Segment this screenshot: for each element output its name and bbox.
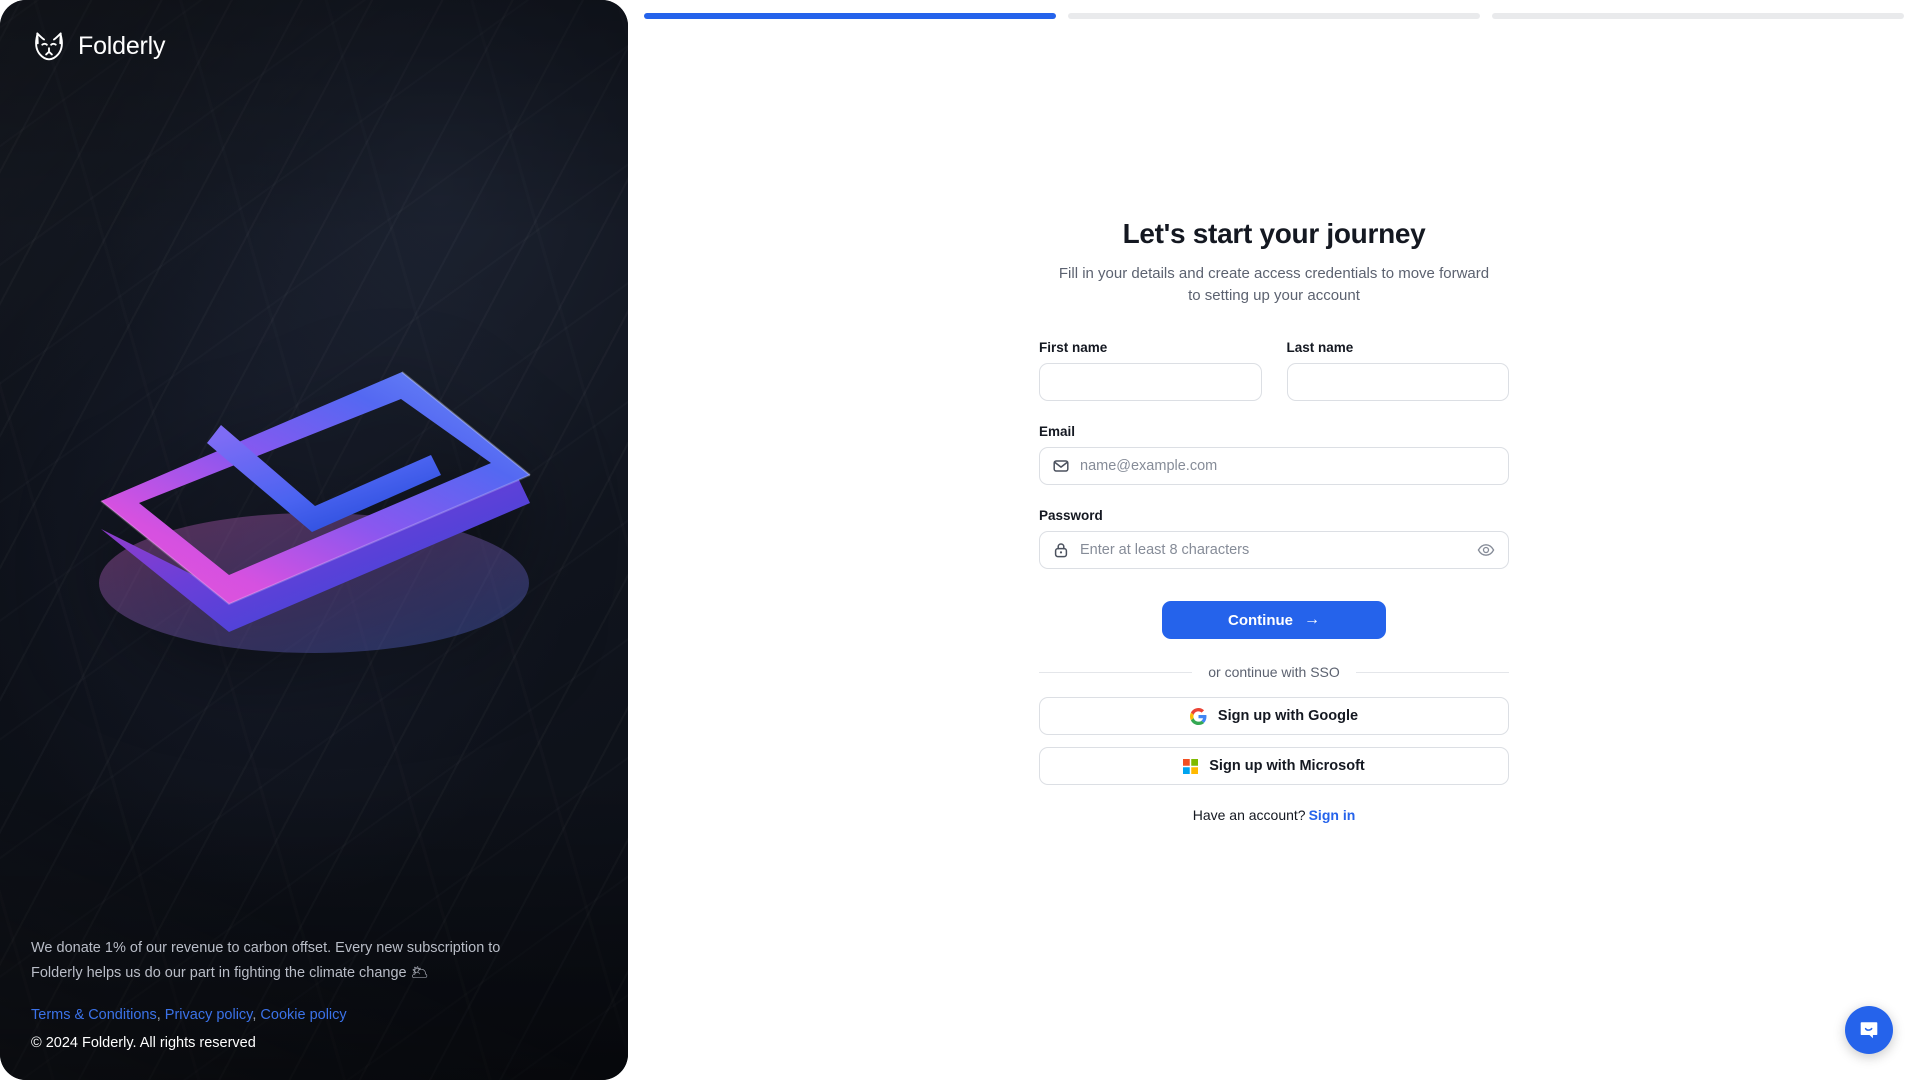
envelope-illustration	[79, 333, 549, 683]
page-subtitle: Fill in your details and create access c…	[1058, 265, 1490, 304]
password-label: Password	[1039, 508, 1103, 523]
page-title: Let's start your journey	[1122, 218, 1426, 249]
email-label: Email	[1039, 424, 1076, 439]
continue-button[interactable]: Continue →	[1162, 601, 1386, 639]
password-input-shell[interactable]	[1039, 531, 1509, 569]
sso-divider-label: or continue with SSO	[1208, 664, 1340, 680]
name-row: First name Last name	[1039, 340, 1509, 401]
brand-panel: Folderly We donate 1% of our revenue to …	[0, 0, 628, 1080]
last-name-field: Last name	[1286, 340, 1509, 401]
terms-link[interactable]: Terms & Conditions	[31, 1007, 157, 1023]
last-name-input-shell[interactable]	[1286, 363, 1509, 401]
chat-bubble-icon	[1860, 1022, 1878, 1039]
continue-label: Continue	[1228, 611, 1293, 629]
link-sep-1: ,	[156, 1007, 165, 1023]
password-field: Password	[1039, 508, 1509, 569]
password-input[interactable]	[1080, 532, 1469, 568]
chat-widget-button[interactable]	[1845, 1006, 1893, 1054]
first-name-field: First name	[1039, 340, 1262, 401]
signin-prompt: Have an account? Sign in	[1039, 807, 1509, 823]
signup-page: Folderly We donate 1% of our revenue to …	[0, 0, 1920, 1080]
have-account-text: Have an account?	[1192, 807, 1306, 823]
progress-step-3	[1492, 13, 1904, 19]
google-signup-button[interactable]: Sign up with Google	[1039, 697, 1509, 735]
last-name-input[interactable]	[1300, 364, 1495, 400]
form-wrapper: Let's start your journey Fill in your de…	[628, 218, 1920, 823]
progress-indicator	[644, 13, 1904, 19]
email-field: Email	[1039, 424, 1509, 485]
toggle-password-visibility-button[interactable]	[1477, 541, 1495, 559]
eye-icon	[1477, 544, 1495, 556]
fox-head-icon	[35, 32, 63, 61]
first-name-label: First name	[1039, 340, 1108, 355]
sign-in-link[interactable]: Sign in	[1309, 807, 1356, 823]
signup-form-area: Let's start your journey Fill in your de…	[628, 0, 1920, 1080]
microsoft-signup-label: Sign up with Microsoft	[1209, 758, 1365, 774]
envelope-icon	[1053, 460, 1069, 472]
microsoft-signup-button[interactable]: Sign up with Microsoft	[1039, 747, 1509, 785]
continue-wrapper: Continue →	[1039, 601, 1509, 639]
last-name-label: Last name	[1286, 340, 1354, 355]
brand-name: Folderly	[78, 31, 166, 60]
cookie-link[interactable]: Cookie policy	[260, 1007, 346, 1023]
brand-logo[interactable]: Folderly	[31, 28, 166, 64]
email-input[interactable]	[1080, 448, 1495, 484]
google-signup-label: Sign up with Google	[1217, 708, 1359, 724]
form-column: Let's start your journey Fill in your de…	[1039, 218, 1509, 823]
email-input-shell[interactable]	[1039, 447, 1509, 485]
donation-text: We donate 1% of our revenue to carbon of…	[31, 940, 501, 981]
arrow-right-icon: →	[1304, 611, 1320, 628]
microsoft-icon	[1183, 758, 1199, 774]
progress-step-1	[644, 13, 1056, 19]
3d-envelope-icon	[99, 371, 531, 653]
sso-divider: or continue with SSO	[1039, 664, 1509, 680]
lock-icon	[1054, 543, 1068, 558]
first-name-input-shell[interactable]	[1039, 363, 1262, 401]
policy-links: Terms & Conditions, Privacy policy, Cook…	[31, 1004, 588, 1026]
google-icon	[1189, 707, 1207, 725]
panel-footer: We donate 1% of our revenue to carbon of…	[31, 936, 588, 1054]
copyright-text: © 2024 Folderly. All rights reserved	[31, 1035, 256, 1051]
first-name-input[interactable]	[1053, 364, 1248, 400]
privacy-link[interactable]: Privacy policy	[165, 1007, 253, 1023]
progress-step-2	[1068, 13, 1480, 19]
